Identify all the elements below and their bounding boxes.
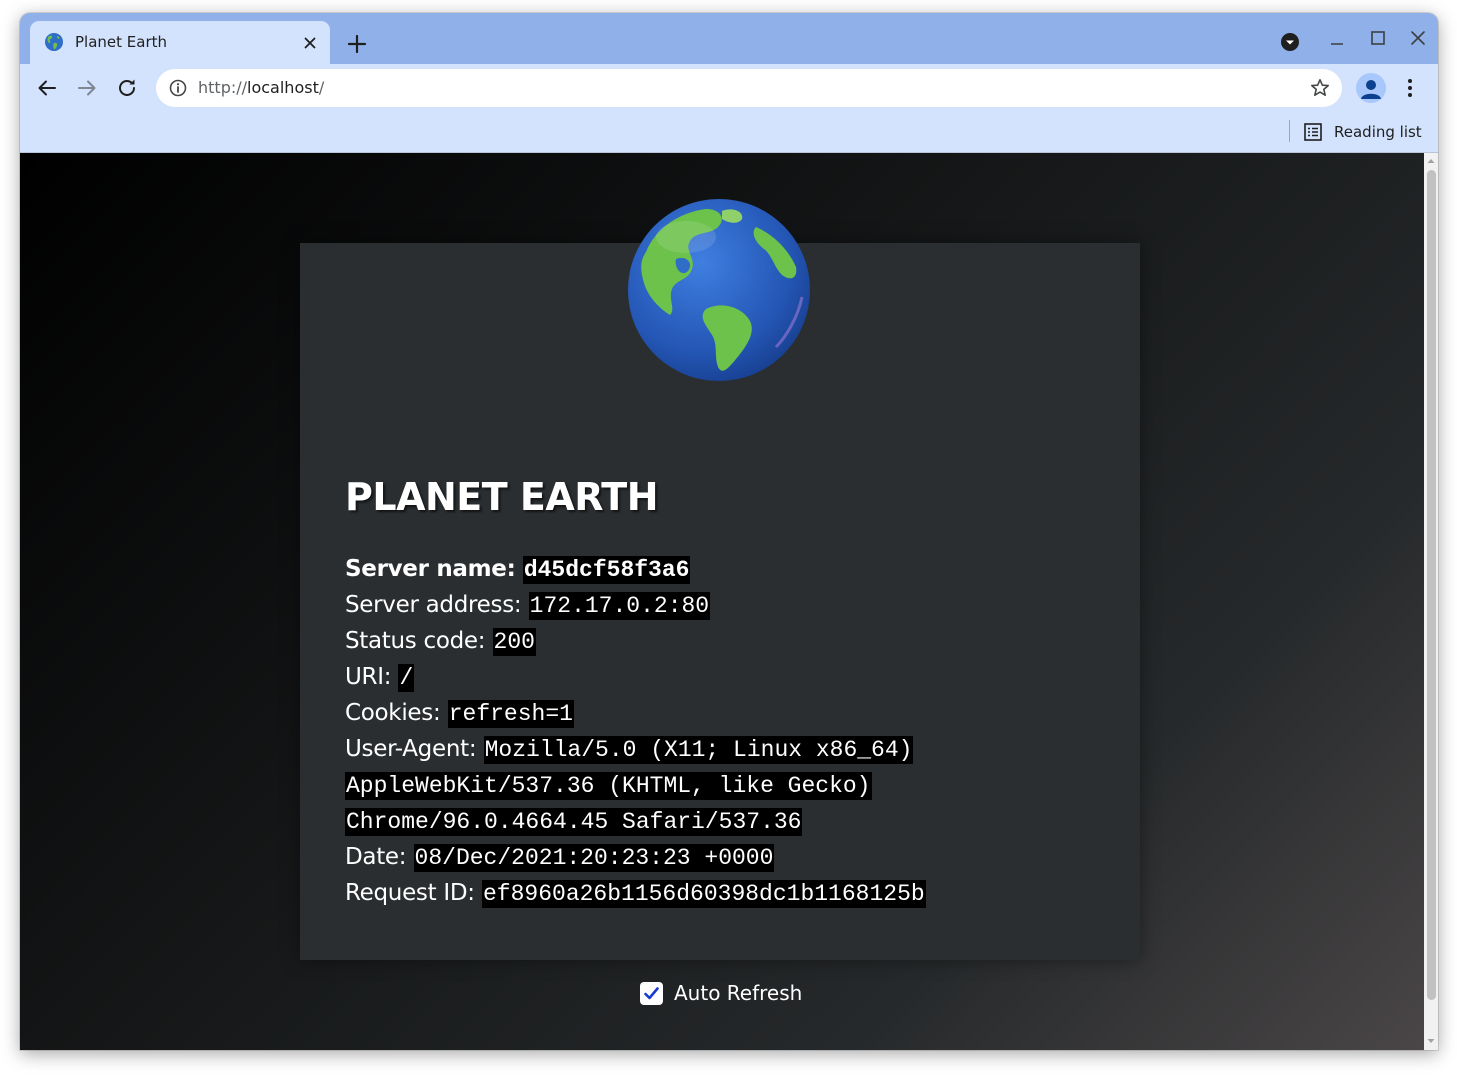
user-agent-value-line2: AppleWebKit/537.36 (KHTML, like Gecko) xyxy=(345,772,872,800)
tab-strip: Planet Earth xyxy=(20,13,1438,64)
server-name-row: Server name: d45dcf58f3a6 xyxy=(345,552,965,588)
request-id-label: Request ID: xyxy=(345,880,475,906)
status-code-value: 200 xyxy=(492,628,536,656)
checkmark-icon xyxy=(644,986,659,999)
maximize-icon[interactable] xyxy=(1364,27,1392,55)
user-agent-row-2: AppleWebKit/537.36 (KHTML, like Gecko) xyxy=(345,768,965,804)
bookmarks-divider xyxy=(1289,120,1290,142)
auto-refresh-label[interactable]: Auto Refresh xyxy=(674,981,802,1005)
date-label: Date: xyxy=(345,844,407,870)
minimize-icon[interactable] xyxy=(1323,27,1351,55)
user-agent-row-3: Chrome/96.0.4664.45 Safari/537.36 xyxy=(345,804,965,840)
profile-avatar[interactable] xyxy=(1356,73,1386,103)
user-agent-value-line1: Mozilla/5.0 (X11; Linux x86_64) xyxy=(483,736,914,764)
cookies-value: refresh=1 xyxy=(447,700,574,728)
tab-planet-earth[interactable]: Planet Earth xyxy=(30,21,330,64)
date-value: 08/Dec/2021:20:23:23 +0000 xyxy=(413,844,775,872)
reading-list-button[interactable]: Reading list xyxy=(1300,118,1422,146)
new-tab-plus-icon[interactable] xyxy=(345,32,369,56)
uri-row: URI: / xyxy=(345,660,965,696)
back-arrow-icon[interactable] xyxy=(33,74,61,102)
uri-label: URI: xyxy=(345,664,392,690)
close-icon[interactable] xyxy=(300,33,320,53)
globe-americas-icon xyxy=(45,33,63,51)
reading-list-label: Reading list xyxy=(1334,123,1422,141)
url-text[interactable]: http://localhost/ xyxy=(198,78,324,97)
scroll-up-arrow-icon[interactable] xyxy=(1427,157,1435,165)
request-id-value: ef8960a26b1156d60398dc1b1168125b xyxy=(482,880,926,908)
auto-refresh-control[interactable]: Auto Refresh xyxy=(640,981,802,1005)
cookies-row: Cookies: refresh=1 xyxy=(345,696,965,732)
user-agent-value-line3: Chrome/96.0.4664.45 Safari/537.36 xyxy=(345,808,803,836)
vertical-scrollbar[interactable] xyxy=(1424,153,1438,1050)
info-icon[interactable] xyxy=(168,78,188,98)
scroll-down-arrow-icon[interactable] xyxy=(1427,1037,1435,1045)
url-scheme: http:// xyxy=(198,78,248,97)
page-title: PLANET EARTH xyxy=(345,475,659,519)
status-code-label: Status code: xyxy=(345,628,486,654)
toolbar: http://localhost/ xyxy=(20,64,1438,112)
url-path: / xyxy=(318,78,325,97)
bookmarks-bar: Reading list xyxy=(20,112,1438,153)
person-icon xyxy=(1361,80,1381,99)
request-info: Server name: d45dcf58f3a6 Server address… xyxy=(345,552,965,912)
tab-title: Planet Earth xyxy=(75,33,168,51)
url-host: localhost xyxy=(247,78,319,97)
address-bar[interactable]: http://localhost/ xyxy=(156,69,1342,107)
reading-list-icon xyxy=(1304,123,1322,141)
server-name-value: d45dcf58f3a6 xyxy=(522,556,691,584)
kebab-menu-icon[interactable] xyxy=(1398,74,1422,102)
server-address-row: Server address: 172.17.0.2:80 xyxy=(345,588,965,624)
browser-window: Planet Earth http://localhost/ Reading l… xyxy=(20,13,1438,1050)
tab-search-icon[interactable] xyxy=(1276,27,1304,55)
server-address-value: 172.17.0.2:80 xyxy=(528,592,711,620)
status-code-row: Status code: 200 xyxy=(345,624,965,660)
page-viewport: PLANET EARTH Server name: d45dcf58f3a6 S… xyxy=(20,153,1424,1050)
bookmark-star-icon[interactable] xyxy=(1309,77,1331,99)
server-address-label: Server address: xyxy=(345,592,522,618)
server-name-label: Server name: xyxy=(345,556,516,582)
uri-value: / xyxy=(398,664,415,692)
auto-refresh-checkbox[interactable] xyxy=(640,981,663,1005)
close-window-icon[interactable] xyxy=(1404,27,1432,55)
reload-icon[interactable] xyxy=(113,74,141,102)
forward-arrow-icon[interactable] xyxy=(73,74,101,102)
request-id-row: Request ID: ef8960a26b1156d60398dc1b1168… xyxy=(345,876,965,912)
date-row: Date: 08/Dec/2021:20:23:23 +0000 xyxy=(345,840,965,876)
user-agent-row: User-Agent: Mozilla/5.0 (X11; Linux x86_… xyxy=(345,732,965,768)
scrollbar-thumb[interactable] xyxy=(1427,170,1436,1000)
globe-americas-icon xyxy=(628,199,810,381)
cookies-label: Cookies: xyxy=(345,700,441,726)
user-agent-label: User-Agent: xyxy=(345,736,477,762)
